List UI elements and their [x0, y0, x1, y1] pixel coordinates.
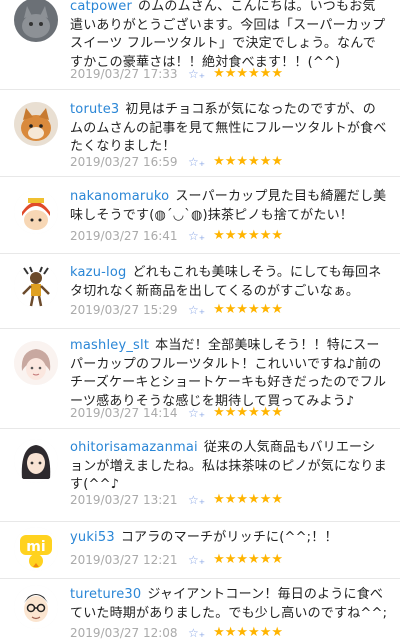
comment-username[interactable]: ohitorisamazanmai [70, 440, 198, 455]
add-star-icon[interactable]: ☆₊ [188, 67, 205, 81]
comment-timestamp: 2019/03/27 16:41 [70, 228, 178, 243]
comment-item: catpower のムのムさん、こんにちは。いつもお気遣いありがとうございます。今… [0, 0, 400, 90]
avatar[interactable] [14, 190, 58, 234]
add-star-icon[interactable]: ☆₊ [188, 626, 205, 640]
star-rating: ★★★★★★ [213, 66, 284, 81]
comment-username[interactable]: torute3 [70, 102, 119, 117]
comment-timestamp: 2019/03/27 17:33 [70, 66, 178, 81]
comment-item: mashley_slt 本当だ！全部美味しそう！！特にスーパーカップのフルーツタル… [0, 329, 400, 429]
sketch-girl-avatar-icon [14, 341, 58, 385]
comment-timestamp: 2019/03/27 16:59 [70, 154, 178, 169]
comment-text: コアラのマーチがリッチに(^^;！！ [120, 530, 338, 545]
shiba-dog-avatar-icon [14, 102, 58, 146]
add-star-icon[interactable]: ☆₊ [188, 155, 205, 169]
comment-item: mi yuki53 コアラのマーチがリッチに(^^;！！ 2019/03/27 1… [0, 522, 400, 579]
comment-item: ohitorisamazanmai 従来の人気商品もバリエーションが増えましたね。… [0, 429, 400, 522]
anime-girl-avatar-icon [14, 439, 58, 483]
comment-item: nakanomaruko スーパーカップ見た目も綺麗だし美味しそうです(◍´◡`◍… [0, 177, 400, 254]
add-star-icon[interactable]: ☆₊ [188, 229, 205, 243]
svg-text:mi: mi [26, 539, 45, 555]
star-rating: ★★★★★★ [213, 154, 284, 169]
comment-timestamp: 2019/03/27 15:29 [70, 302, 178, 317]
avatar[interactable] [14, 585, 58, 629]
comment-timestamp: 2019/03/27 12:08 [70, 625, 178, 640]
comment-list: catpower のムのムさん、こんにちは。いつもお気遣いありがとうございます。今… [0, 0, 400, 640]
avatar[interactable]: mi [14, 527, 58, 571]
avatar[interactable] [14, 439, 58, 483]
glasses-man-avatar-icon [14, 585, 58, 629]
comment-username[interactable]: yuki53 [70, 530, 115, 545]
dancing-figure-avatar-icon [14, 264, 58, 308]
cat-avatar-icon [14, 0, 58, 42]
comment-timestamp: 2019/03/27 13:21 [70, 492, 178, 507]
cartoon-girl-avatar-icon [14, 190, 58, 234]
add-star-icon[interactable]: ☆₊ [188, 303, 205, 317]
comment-item: kazu-log どれもこれも美味しそう。にしても毎回ネタ切れなく新商品を出してく… [0, 254, 400, 329]
comment-username[interactable]: tureture30 [70, 587, 141, 602]
add-star-icon[interactable]: ☆₊ [188, 553, 205, 567]
star-rating: ★★★★★★ [213, 405, 284, 420]
avatar[interactable] [14, 264, 58, 308]
avatar[interactable] [14, 0, 58, 42]
comment-username[interactable]: catpower [70, 0, 132, 14]
avatar[interactable] [14, 102, 58, 146]
avatar[interactable] [14, 341, 58, 385]
yellow-chick-avatar-icon: mi [14, 527, 58, 571]
star-rating: ★★★★★★ [213, 492, 284, 507]
comment-item: torute3 初見はチョコ系が気になったのですが、のムのムさんの記事を見て無性に… [0, 90, 400, 177]
star-rating: ★★★★★★ [213, 228, 284, 243]
comment-username[interactable]: nakanomaruko [70, 189, 169, 204]
add-star-icon[interactable]: ☆₊ [188, 406, 205, 420]
star-rating: ★★★★★★ [213, 302, 284, 317]
add-star-icon[interactable]: ☆₊ [188, 493, 205, 507]
star-rating: ★★★★★★ [213, 625, 284, 640]
comment-timestamp: 2019/03/27 14:14 [70, 405, 178, 420]
comment-timestamp: 2019/03/27 12:21 [70, 552, 178, 567]
comment-item: tureture30 ジャイアントコーン！毎日のように食べていた時期がありました。… [0, 579, 400, 640]
comment-username[interactable]: mashley_slt [70, 338, 149, 353]
comment-username[interactable]: kazu-log [70, 265, 126, 280]
star-rating: ★★★★★★ [213, 552, 284, 567]
